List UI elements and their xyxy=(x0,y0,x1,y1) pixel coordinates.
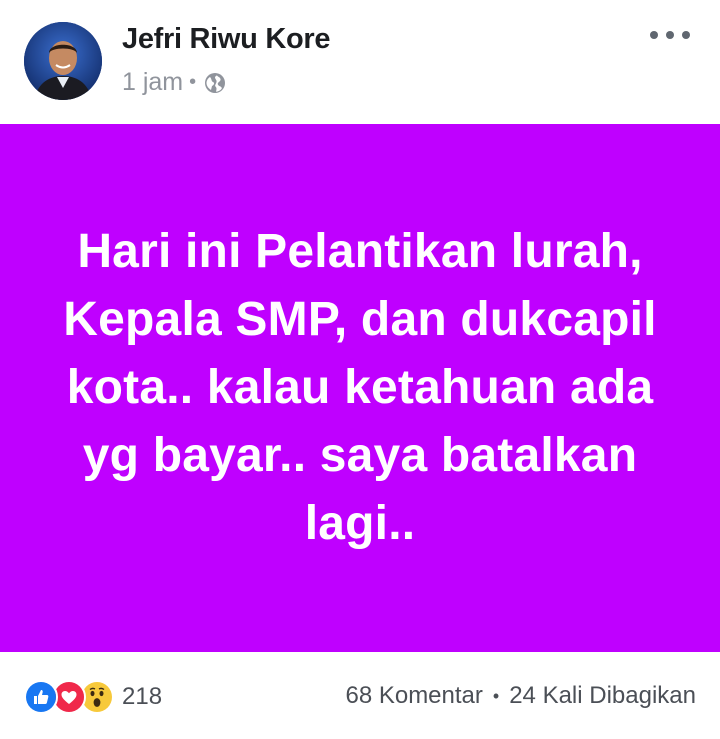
meta-separator: • xyxy=(189,71,197,93)
like-reaction-icon xyxy=(24,680,58,714)
comments-link[interactable]: 68 Komentar xyxy=(345,682,482,710)
author-name[interactable]: Jefri Riwu Kore xyxy=(122,23,331,56)
post-card: Jefri Riwu Kore 1 jam • Hari ini Pelanti… xyxy=(0,0,720,739)
more-dot xyxy=(682,31,690,39)
status-background: Hari ini Pelantikan lurah, Kepala SMP, d… xyxy=(0,124,720,652)
engagement-stats: 68 Komentar • 24 Kali Dibagikan xyxy=(345,682,696,710)
globe-icon xyxy=(203,71,227,95)
engagement-separator: • xyxy=(492,685,500,706)
reactions-summary[interactable]: 218 xyxy=(24,680,162,714)
more-dot xyxy=(666,31,674,39)
author-avatar[interactable] xyxy=(24,22,102,100)
avatar-photo xyxy=(24,22,102,100)
post-footer: 218 68 Komentar • 24 Kali Dibagikan xyxy=(0,652,720,739)
more-options-button[interactable] xyxy=(650,22,690,48)
shares-link[interactable]: 24 Kali Dibagikan xyxy=(509,682,696,710)
more-dots-icon xyxy=(650,31,658,39)
reaction-count: 218 xyxy=(122,683,163,710)
post-meta: 1 jam • xyxy=(122,68,227,97)
status-text: Hari ini Pelantikan lurah, Kepala SMP, d… xyxy=(63,225,657,550)
post-header: Jefri Riwu Kore 1 jam • xyxy=(0,0,720,124)
post-timestamp[interactable]: 1 jam xyxy=(122,68,183,97)
